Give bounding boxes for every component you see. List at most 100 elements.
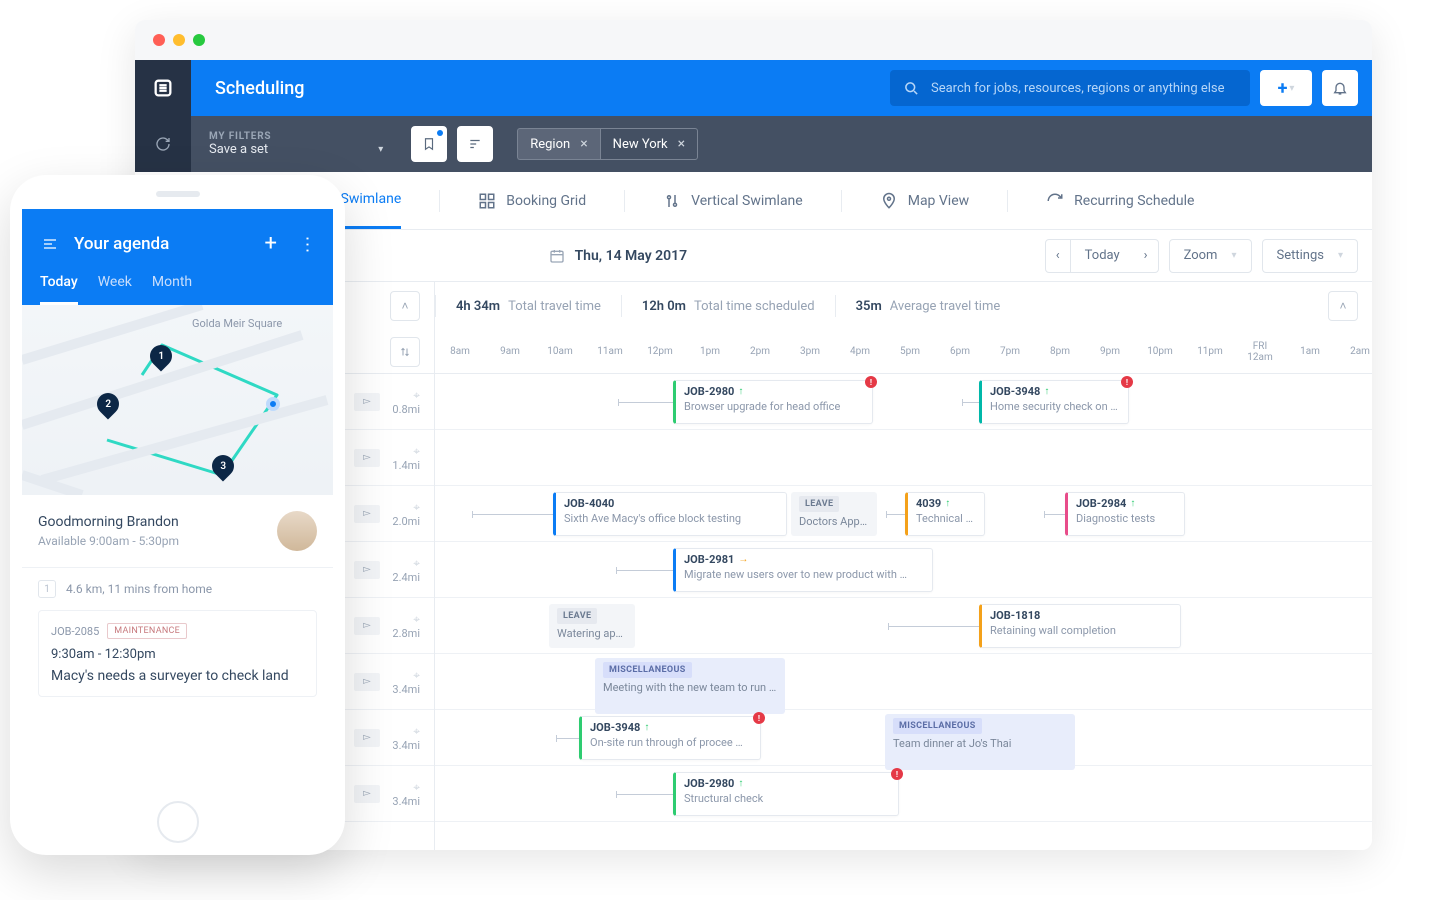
job-card[interactable]: JOB-2984 ↑Diagnostic tests [1065, 492, 1185, 536]
forward-icon[interactable]: ▻ [354, 617, 380, 635]
search-bar[interactable] [890, 70, 1250, 106]
timeline-row[interactable]: LEAVE Doctors Appoin… JOB-4040 Sixth Ave M… [435, 486, 1372, 542]
job-id: JOB-2980 ↑ [684, 777, 743, 790]
travel-line [889, 626, 979, 627]
job-card[interactable]: 4039 ↑Technical che [905, 492, 985, 536]
forward-icon[interactable]: ▻ [354, 393, 380, 411]
arrow-up-icon: ↑ [1130, 498, 1135, 509]
map-pin-3[interactable]: 3 [212, 455, 234, 483]
job-id: 4039 ↑ [916, 497, 950, 510]
mobile-tab-month[interactable]: Month [152, 274, 192, 305]
search-input[interactable] [929, 80, 1236, 97]
vertical-swimlane-icon [663, 192, 681, 210]
prev-day-button[interactable]: ‹ [1045, 239, 1071, 273]
schedule-block[interactable]: MISCELLANEOUSMeeting with the new team t… [595, 658, 785, 714]
filter-set-selector[interactable]: MY FILTERS Save a set▾ [191, 131, 401, 157]
job-desc: On-site run through of procee … [590, 736, 752, 749]
menu-icon[interactable] [40, 236, 60, 252]
phone-speaker-icon [156, 191, 200, 197]
close-icon[interactable]: × [580, 136, 587, 152]
job-card[interactable]: JOB-1818 Retaining wall completion [979, 604, 1181, 648]
forward-icon[interactable]: ▻ [354, 505, 380, 523]
forward-icon[interactable]: ▻ [354, 449, 380, 467]
filter-chip-value[interactable]: New York× [600, 128, 698, 160]
forward-icon[interactable]: ▻ [354, 561, 380, 579]
bookmark-button[interactable] [411, 126, 447, 162]
today-button[interactable]: Today [1071, 239, 1134, 273]
job-id: JOB-4040 [564, 497, 614, 510]
add-button[interactable]: + ▾ [1260, 70, 1312, 106]
map-pin-1[interactable]: 1 [150, 345, 172, 373]
job-card[interactable]: !JOB-2980 ↑Structural check [673, 772, 899, 816]
mobile-map[interactable]: Golda Meir Square 1 2 3 [22, 305, 333, 495]
map-pin-2[interactable]: 2 [97, 393, 119, 421]
timeline-row[interactable]: !JOB-2980 ↑Structural check [435, 766, 1372, 822]
distance-label: ⌖2.0mi [392, 500, 420, 528]
forward-icon[interactable]: ▻ [354, 729, 380, 747]
close-icon[interactable]: × [678, 136, 685, 152]
block-tag: LEAVE [799, 496, 839, 512]
job-desc: Sixth Ave Macy's office block testing [564, 512, 778, 525]
forward-icon[interactable]: ▻ [354, 785, 380, 803]
arrow-up-icon: ↑ [945, 498, 950, 509]
avg-travel-value: 35m [856, 299, 882, 314]
mobile-job-card[interactable]: JOB-2085 MAINTENANCE 9:30am - 12:30pm Ma… [38, 610, 317, 697]
job-card[interactable]: !JOB-3948 ↑Home security check on Fif … [979, 380, 1129, 424]
tab-vertical-swimlane[interactable]: Vertical Swimlane [663, 172, 803, 229]
tab-map-view[interactable]: Map View [880, 172, 969, 229]
travel-line [557, 738, 579, 739]
close-window-icon[interactable] [153, 34, 165, 46]
block-desc: Doctors Appoin… [799, 515, 869, 528]
app-logo[interactable] [135, 60, 191, 116]
timeline-row[interactable]: LEAVEWatering appoi… JOB-1818 Retaining w… [435, 598, 1372, 654]
job-card[interactable]: JOB-2981 →Migrate new users over to new … [673, 548, 933, 592]
block-desc: Meeting with the new team to run through… [603, 681, 777, 694]
timeline[interactable]: 8am9am10am11am12pm1pm2pm3pm4pm5pm6pm7pm8… [435, 330, 1372, 850]
schedule-block[interactable]: LEAVEWatering appoi… [549, 604, 635, 648]
timeline-row[interactable]: MISCELLANEOUSMeeting with the new team t… [435, 654, 1372, 710]
travel-line [887, 514, 905, 515]
tab-booking-grid[interactable]: Booking Grid [478, 172, 586, 229]
home-button-icon[interactable] [157, 801, 199, 843]
travel-line [619, 402, 673, 403]
job-card[interactable]: !JOB-2980 ↑Browser upgrade for head offi… [673, 380, 873, 424]
timeline-row[interactable]: JOB-2981 →Migrate new users over to new … [435, 542, 1372, 598]
distance-label: ⌖1.4mi [392, 444, 420, 472]
sort-button[interactable] [390, 337, 420, 367]
timeline-row[interactable]: !JOB-2980 ↑Browser upgrade for head offi… [435, 374, 1372, 430]
job-card[interactable]: JOB-4040 Sixth Ave Macy's office block t… [553, 492, 787, 536]
schedule-block[interactable]: MISCELLANEOUSTeam dinner at Jo's Thai [885, 714, 1075, 770]
list-settings-button[interactable] [457, 126, 493, 162]
zoom-button[interactable]: Zoom▾ [1169, 239, 1252, 273]
app-header: Scheduling + ▾ [135, 60, 1372, 116]
mobile-tab-today[interactable]: Today [40, 274, 78, 305]
filter-chip-label[interactable]: Region× [517, 128, 599, 160]
refresh-button[interactable] [135, 116, 191, 172]
minimize-window-icon[interactable] [173, 34, 185, 46]
tab-recurring[interactable]: Recurring Schedule [1046, 172, 1194, 229]
timeline-row[interactable] [435, 430, 1372, 486]
mobile-tab-week[interactable]: Week [98, 274, 132, 305]
hour-label: 9pm [1085, 330, 1135, 373]
collapse-left-button[interactable]: ˄ [390, 291, 420, 321]
notifications-button[interactable] [1322, 70, 1358, 106]
hour-label: 11am [585, 330, 635, 373]
window-chrome [135, 20, 1372, 60]
avatar[interactable] [277, 511, 317, 551]
settings-button[interactable]: Settings▾ [1262, 239, 1359, 273]
maximize-window-icon[interactable] [193, 34, 205, 46]
job-id: JOB-3948 ↑ [990, 385, 1049, 398]
hour-label: 2am [1335, 330, 1372, 373]
more-icon[interactable]: ⋯ [297, 236, 318, 252]
grid-icon [478, 192, 496, 210]
alert-icon: ! [865, 376, 877, 388]
job-id: JOB-2085 [51, 625, 99, 638]
next-day-button[interactable]: › [1134, 239, 1159, 273]
job-card[interactable]: !JOB-3948 ↑On-site run through of procee… [579, 716, 761, 760]
collapse-right-button[interactable]: ˄ [1328, 291, 1358, 321]
add-icon[interactable]: + [265, 231, 277, 256]
schedule-block[interactable]: LEAVE Doctors Appoin… [791, 492, 877, 536]
timeline-row[interactable]: MISCELLANEOUSTeam dinner at Jo's Thai!JO… [435, 710, 1372, 766]
forward-icon[interactable]: ▻ [354, 673, 380, 691]
arrow-up-icon: ↑ [738, 386, 743, 397]
